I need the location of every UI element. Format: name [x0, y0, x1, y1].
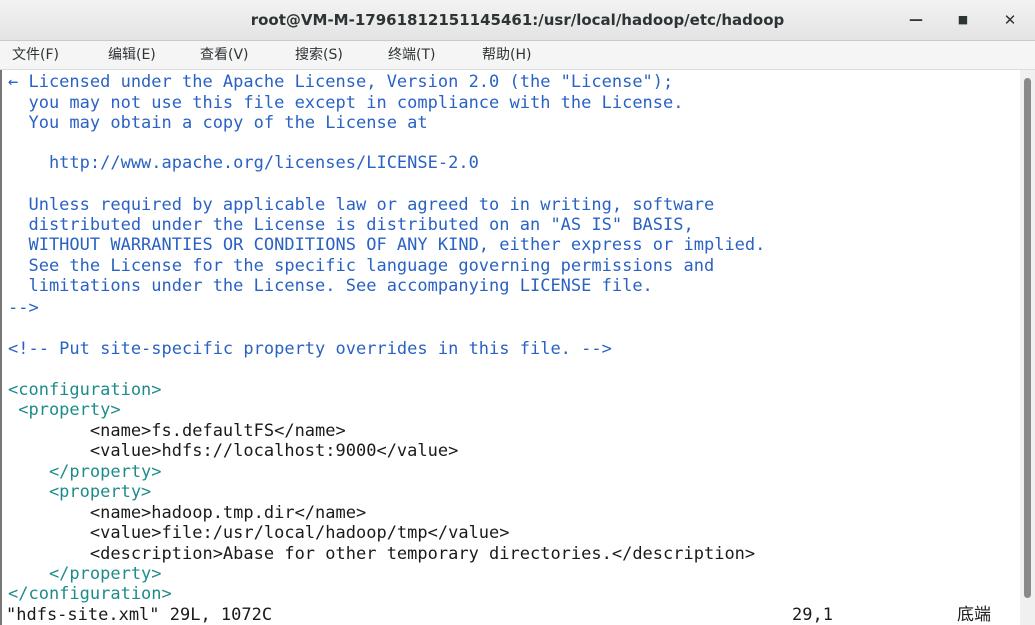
window-title: root@VM-M-17961812151145461:/usr/local/h…	[250, 11, 785, 29]
scroll-position: 底端	[957, 605, 991, 625]
editor-line: you may not use this file except in comp…	[8, 93, 684, 113]
editor-line: limitations under the License. See accom…	[8, 276, 653, 296]
title-bar: root@VM-M-17961812151145461:/usr/local/h…	[0, 0, 1035, 41]
minimize-icon[interactable]: —	[902, 6, 930, 34]
editor-line: distributed under the License is distrib…	[8, 215, 694, 235]
file-info: "hdfs-site.xml" 29L, 1072C	[6, 605, 273, 625]
menu-file[interactable]: 文件(F)	[12, 41, 59, 69]
menu-edit[interactable]: 编辑(E)	[108, 41, 156, 69]
editor-line: WITHOUT WARRANTIES OR CONDITIONS OF ANY …	[8, 235, 766, 255]
terminal-area[interactable]: ← Licensed under the Apache License, Ver…	[0, 70, 1022, 625]
vertical-scrollbar[interactable]	[1020, 70, 1035, 625]
editor-line: Unless required by applicable law or agr…	[8, 195, 715, 215]
maximize-icon[interactable]: ■	[949, 6, 977, 34]
menu-bar: 文件(F) 编辑(E) 查看(V) 搜索(S) 终端(T) 帮助(H)	[0, 41, 1035, 70]
vim-status-line: "hdfs-site.xml" 29L, 1072C 29,1 底端	[2, 605, 1020, 625]
editor-line: You may obtain a copy of the License at	[8, 113, 428, 133]
editor-line: <name>hadoop.tmp.dir</name>	[8, 503, 367, 523]
editor-line: <description>Abase for other temporary d…	[8, 544, 756, 564]
editor-line: -->	[8, 298, 39, 318]
editor-line: </property>	[8, 564, 162, 584]
editor-line: <!-- Put site-specific property override…	[8, 339, 612, 359]
editor-line: <name>fs.defaultFS</name>	[8, 421, 346, 441]
editor-line: <property>	[8, 482, 152, 502]
close-icon[interactable]: ✕	[996, 6, 1024, 34]
editor-line: <value>file:/usr/local/hadoop/tmp</value…	[8, 523, 510, 543]
editor-line: </configuration>	[8, 584, 172, 604]
editor-line: </property>	[8, 462, 162, 482]
menu-terminal[interactable]: 终端(T)	[388, 41, 435, 69]
menu-search[interactable]: 搜索(S)	[295, 41, 343, 69]
menu-view[interactable]: 查看(V)	[200, 41, 249, 69]
editor-line: <property>	[8, 400, 121, 420]
cursor-position: 29,1	[792, 605, 833, 625]
editor-line: <value>hdfs://localhost:9000</value>	[8, 441, 459, 461]
menu-help[interactable]: 帮助(H)	[482, 41, 531, 69]
editor-line: See the License for the specific languag…	[8, 256, 715, 276]
scrollbar-thumb[interactable]	[1024, 78, 1031, 598]
editor-line: http://www.apache.org/licenses/LICENSE-2…	[8, 153, 479, 173]
editor-line: <configuration>	[8, 380, 162, 400]
editor-line: ← Licensed under the Apache License, Ver…	[8, 72, 674, 92]
